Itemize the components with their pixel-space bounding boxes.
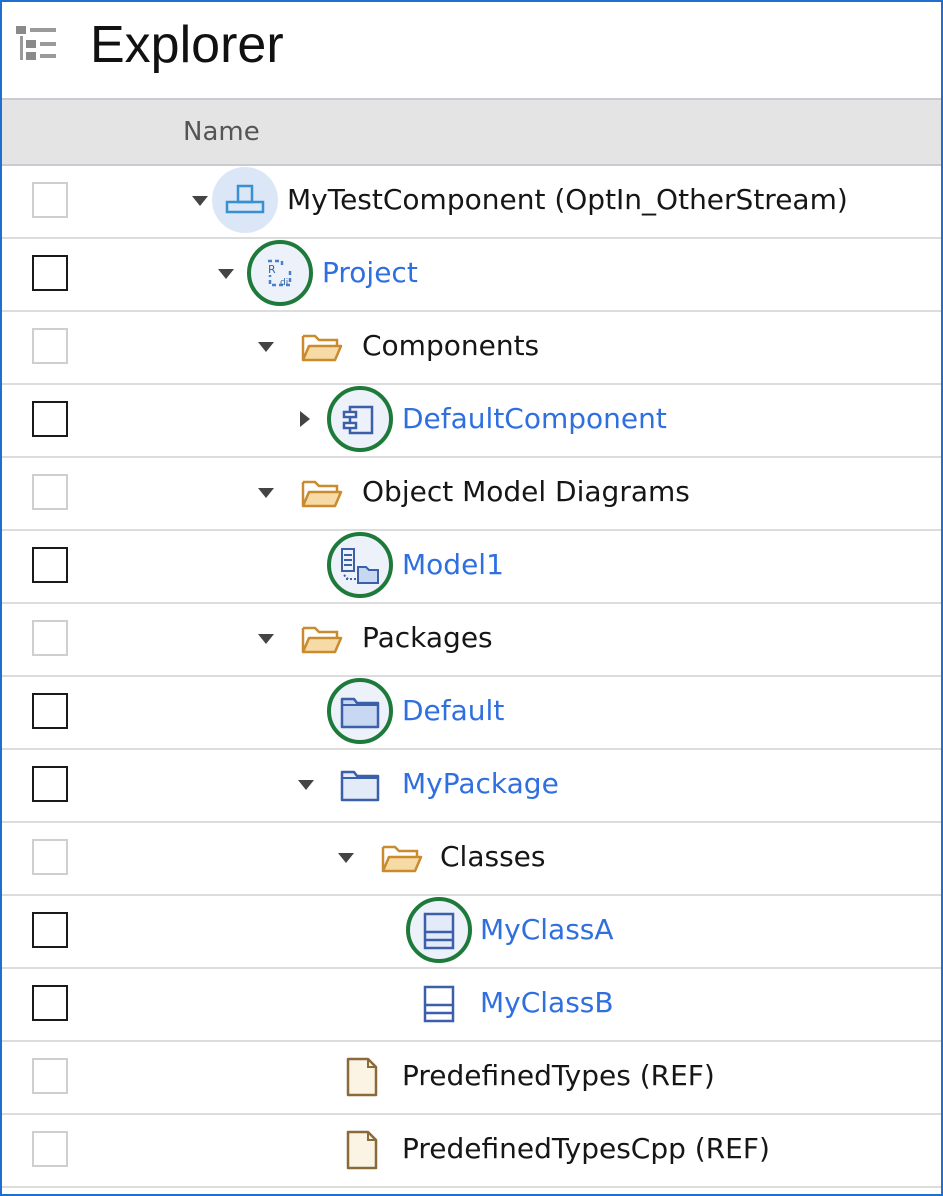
tree-row-label: Packages [362,621,493,654]
tree-row[interactable]: Default [2,677,941,750]
tree-row[interactable]: R di Project [2,239,941,312]
row-checkbox [32,474,68,510]
tree-view-icon [16,26,56,60]
row-checkbox [32,839,68,875]
row-checkbox [32,620,68,656]
row-checkbox[interactable] [32,547,68,583]
tree-row-label[interactable]: MyClassA [480,912,614,948]
tree-row-label: Classes [440,840,546,873]
tree-row-label: MyTestComponent (OptIn_OtherStream) [287,183,848,216]
folder-open-icon [301,626,343,654]
svg-text:R: R [268,263,276,276]
row-checkbox [32,328,68,364]
tree-row[interactable]: Components [2,312,941,385]
tree-row[interactable]: MyPackage [2,750,941,823]
tree-row[interactable]: MyClassB [2,969,941,1042]
tree-row-label[interactable]: MyClassB [480,985,614,1021]
component-root-icon [225,184,265,214]
expand-toggle-icon[interactable] [258,342,274,352]
row-checkbox[interactable] [32,255,68,291]
row-checkbox [32,1058,68,1094]
row-checkbox[interactable] [32,766,68,802]
row-checkbox[interactable] [32,985,68,1021]
class-icon [423,912,455,950]
collapse-toggle-icon[interactable] [300,411,310,427]
panel-title: Explorer [90,16,284,74]
tree-row[interactable]: Object Model Diagrams [2,458,941,531]
folder-open-icon [301,334,343,362]
tree-row[interactable]: PredefinedTypes (REF) [2,1042,941,1115]
tree-row-label[interactable]: Project [322,255,418,291]
tree-row[interactable]: PredefinedTypesCpp (REF) [2,1115,941,1188]
tree-row-label[interactable]: MyPackage [402,766,559,802]
folder-open-icon [301,480,343,508]
tree-row[interactable]: MyTestComponent (OptIn_OtherStream) [2,166,941,239]
class-icon [423,985,455,1023]
diagram-icon [341,548,379,584]
component-icon [342,405,374,435]
explorer-panel: Explorer Name MyTestComponent (OptIn_Oth… [0,0,943,1196]
folder-open-icon [381,845,423,873]
row-checkbox[interactable] [32,401,68,437]
tree-row[interactable]: Model1 [2,531,941,604]
expand-toggle-icon[interactable] [258,634,274,644]
expand-toggle-icon[interactable] [298,780,314,790]
row-checkbox [32,1131,68,1167]
project-icon: R di [268,259,292,288]
expand-toggle-icon[interactable] [258,488,274,498]
expand-toggle-icon[interactable] [192,196,208,206]
tree-row-label: PredefinedTypes (REF) [402,1059,715,1092]
tree-row-label: Components [362,329,540,362]
package-icon [340,770,380,802]
row-checkbox[interactable] [32,912,68,948]
package-icon [340,697,380,729]
panel-titlebar: Explorer [2,2,941,100]
column-header-label: Name [183,117,260,147]
tree-row-label: Object Model Diagrams [362,475,690,508]
tree-row-label[interactable]: Model1 [402,547,504,583]
expand-toggle-icon[interactable] [218,269,234,279]
row-checkbox[interactable] [32,693,68,729]
expand-toggle-icon[interactable] [338,853,354,863]
tree-row[interactable]: DefaultComponent [2,385,941,458]
tree-row-label: PredefinedTypesCpp (REF) [402,1132,770,1165]
tree-view: MyTestComponent (OptIn_OtherStream) R di… [2,166,941,1188]
document-icon [346,1130,378,1170]
tree-row[interactable]: Packages [2,604,941,677]
row-checkbox [32,182,68,218]
column-header-name[interactable]: Name [2,100,941,166]
tree-row-label[interactable]: DefaultComponent [402,401,667,437]
svg-text:di: di [280,278,288,288]
tree-row-label[interactable]: Default [402,693,504,729]
tree-row[interactable]: MyClassA [2,896,941,969]
document-icon [346,1057,378,1097]
tree-row[interactable]: Classes [2,823,941,896]
